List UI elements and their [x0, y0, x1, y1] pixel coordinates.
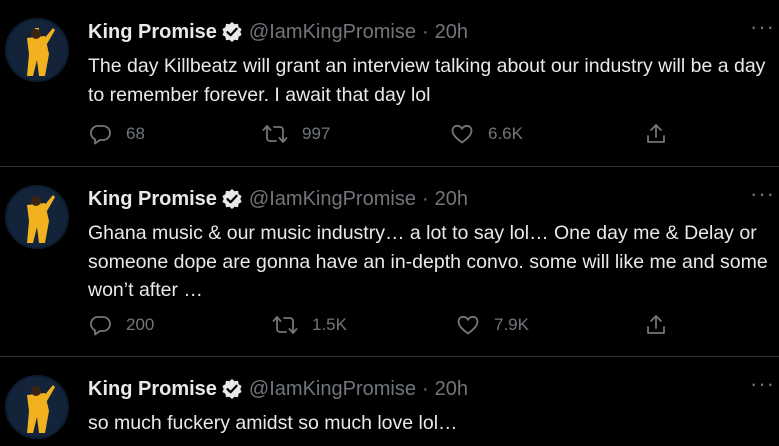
- reply-button[interactable]: 68: [88, 122, 145, 146]
- more-icon[interactable]: ···: [750, 373, 775, 395]
- tweet-text: so much fuckery amidst so much love lol…: [88, 412, 458, 434]
- verified-badge-icon: [221, 188, 243, 210]
- like-count: 7.9K: [494, 315, 529, 334]
- share-button[interactable]: [644, 313, 682, 337]
- avatar[interactable]: [5, 375, 69, 439]
- display-name[interactable]: King Promise: [88, 20, 217, 44]
- display-name[interactable]: King Promise: [88, 187, 217, 211]
- handle[interactable]: @IamKingPromise: [249, 187, 416, 211]
- handle[interactable]: @IamKingPromise: [249, 377, 416, 401]
- verified-badge-icon: [221, 378, 243, 400]
- retweet-button[interactable]: 1.5K: [272, 313, 347, 337]
- avatar[interactable]: [5, 18, 69, 82]
- display-name[interactable]: King Promise: [88, 377, 217, 401]
- tweet-2[interactable]: King Promise @IamKingPromise · 20h ··· G…: [0, 167, 779, 357]
- avatar-image: [5, 185, 69, 249]
- tweet-1[interactable]: King Promise @IamKingPromise · 20h ··· T…: [0, 0, 779, 167]
- tweet-text: The day Killbeatz will grant an intervie…: [88, 55, 766, 106]
- share-icon: [647, 315, 665, 334]
- tweet-header: King Promise @IamKingPromise · 20h: [88, 20, 468, 44]
- handle[interactable]: @IamKingPromise: [249, 20, 416, 44]
- heart-icon: [451, 124, 473, 144]
- tweet-actions: 68 997 6.6K: [88, 122, 688, 150]
- tweet-header: King Promise @IamKingPromise · 20h: [88, 187, 468, 211]
- retweet-count: 997: [302, 124, 331, 143]
- tweet-text: Ghana music & our music industry… a lot …: [88, 222, 768, 301]
- retweet-icon: [262, 125, 288, 143]
- reply-count: 68: [126, 124, 145, 143]
- timestamp[interactable]: 20h: [435, 187, 468, 211]
- avatar-image: [5, 375, 69, 439]
- avatar[interactable]: [5, 185, 69, 249]
- separator: ·: [421, 21, 429, 43]
- like-button[interactable]: 7.9K: [456, 313, 529, 337]
- reply-count: 200: [126, 315, 155, 334]
- timeline-feed: King Promise @IamKingPromise · 20h ··· T…: [0, 0, 779, 446]
- more-icon[interactable]: ···: [750, 183, 775, 205]
- tweet-actions: 200 1.5K 7.9K: [88, 313, 688, 341]
- verified-badge-icon: [221, 21, 243, 43]
- tweet-3[interactable]: King Promise @IamKingPromise · 20h ··· s…: [0, 357, 779, 446]
- reply-button[interactable]: 200: [88, 313, 154, 337]
- tweet-header: King Promise @IamKingPromise · 20h: [88, 377, 468, 401]
- avatar-image: [5, 18, 69, 82]
- retweet-button[interactable]: 997: [262, 122, 330, 146]
- timestamp[interactable]: 20h: [435, 20, 468, 44]
- share-icon: [647, 124, 665, 143]
- separator: ·: [421, 188, 429, 210]
- like-count: 6.6K: [488, 124, 523, 143]
- separator: ·: [421, 378, 429, 400]
- reply-icon: [90, 316, 111, 336]
- retweet-icon: [272, 316, 298, 334]
- share-button[interactable]: [644, 122, 682, 146]
- reply-icon: [90, 125, 111, 145]
- heart-icon: [457, 315, 479, 335]
- like-button[interactable]: 6.6K: [450, 122, 523, 146]
- retweet-count: 1.5K: [312, 315, 347, 334]
- more-icon[interactable]: ···: [750, 16, 775, 38]
- timestamp[interactable]: 20h: [435, 377, 468, 401]
